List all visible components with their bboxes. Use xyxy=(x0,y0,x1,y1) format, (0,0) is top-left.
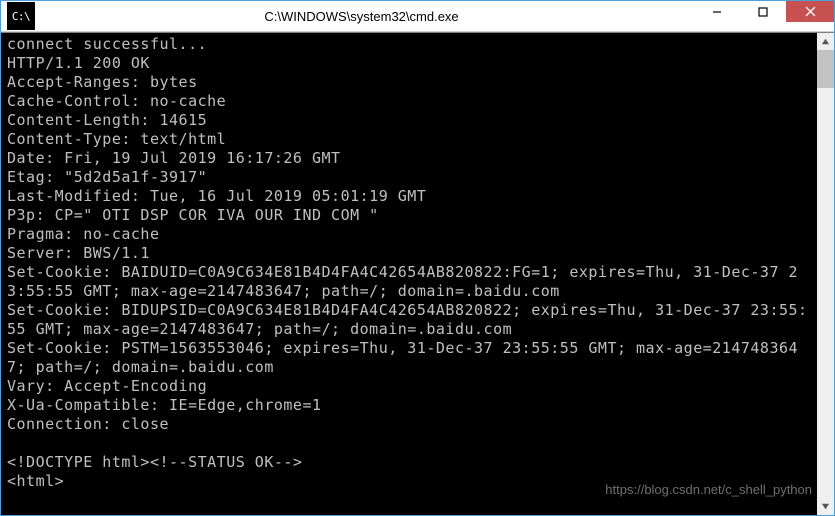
vertical-scrollbar[interactable] xyxy=(817,33,834,515)
window-icon-label: C:\ xyxy=(12,11,30,22)
scrollbar-track[interactable] xyxy=(817,50,834,498)
scroll-down-button[interactable] xyxy=(817,498,834,515)
titlebar[interactable]: C:\ C:\WINDOWS\system32\cmd.exe xyxy=(1,1,834,32)
minimize-button[interactable] xyxy=(694,1,740,22)
maximize-button[interactable] xyxy=(740,1,786,22)
scroll-up-button[interactable] xyxy=(817,33,834,50)
terminal-area: connect successful... HTTP/1.1 200 OK Ac… xyxy=(1,32,834,515)
window-controls xyxy=(694,1,834,31)
window-title: C:\WINDOWS\system32\cmd.exe xyxy=(39,9,694,24)
terminal-output[interactable]: connect successful... HTTP/1.1 200 OK Ac… xyxy=(1,33,817,515)
close-button[interactable] xyxy=(786,1,834,22)
scrollbar-thumb[interactable] xyxy=(817,50,834,88)
window-icon[interactable]: C:\ xyxy=(7,2,35,30)
